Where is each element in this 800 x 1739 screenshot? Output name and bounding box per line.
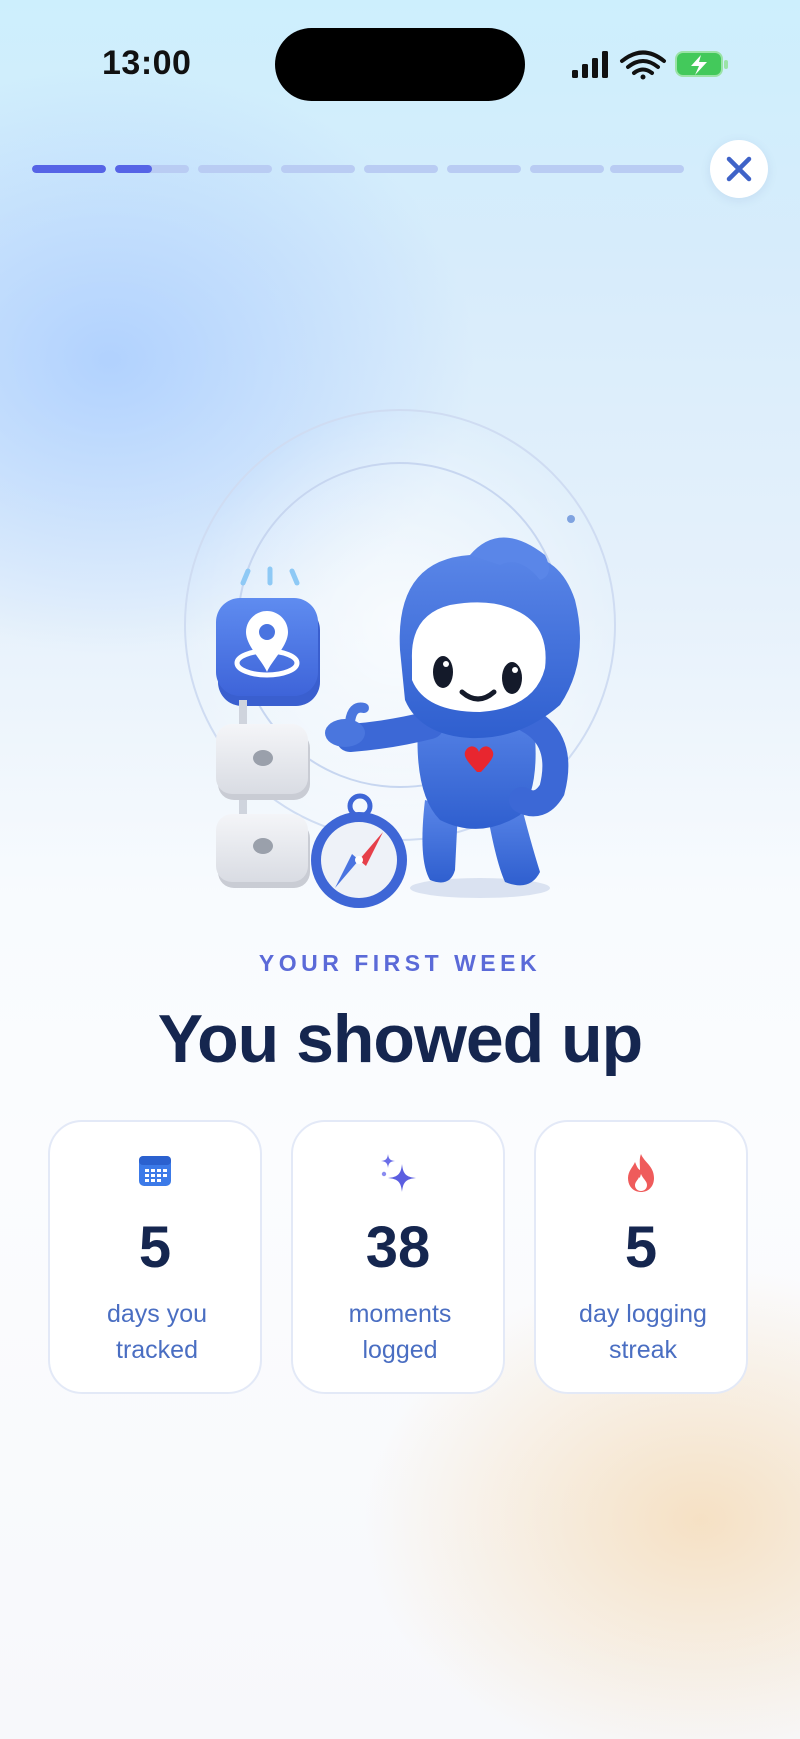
hero-illustration	[184, 409, 616, 908]
stat-label: day logging streak	[556, 1296, 730, 1368]
close-button[interactable]	[710, 140, 768, 198]
stat-card-days-tracked: 5 days you tracked	[48, 1120, 262, 1394]
progress-step	[447, 165, 521, 173]
status-bar: 13:00	[0, 0, 800, 120]
battery-charging-icon	[675, 51, 728, 77]
stat-label-line: days you	[106, 1300, 208, 1328]
stat-value: 5	[624, 1215, 658, 1280]
cellular-signal-icon	[572, 51, 608, 78]
stat-label-line: tracked	[116, 1336, 198, 1364]
stat-label: moments logged	[313, 1296, 487, 1368]
stat-card-logging-streak: 5 day logging streak	[534, 1120, 748, 1394]
progress-step	[610, 165, 684, 173]
close-icon	[726, 156, 752, 182]
progress-step	[530, 165, 604, 173]
stat-label-line: moments	[348, 1300, 452, 1328]
section-eyebrow: YOUR FIRST WEEK	[258, 950, 542, 976]
stat-card-moments-logged: 38 moments logged	[291, 1120, 505, 1394]
dynamic-island	[275, 28, 525, 101]
progress-step-current	[115, 165, 189, 173]
progress-step	[364, 165, 438, 173]
calendar-icon	[139, 1156, 171, 1186]
stat-label-line: day logging	[579, 1300, 707, 1328]
progress-step	[198, 165, 272, 173]
stat-value: 38	[365, 1215, 431, 1280]
wifi-icon	[620, 50, 666, 80]
flame-icon	[628, 1154, 654, 1192]
status-icons	[572, 50, 728, 80]
progress-step	[32, 165, 106, 173]
progress-step	[281, 165, 355, 173]
stat-label-line: logged	[362, 1336, 438, 1364]
step-tiles	[216, 700, 310, 888]
page-title: You showed up	[157, 1001, 643, 1077]
stat-label: days you tracked	[70, 1296, 244, 1368]
status-time: 13:00	[102, 44, 192, 82]
sparkles-icon	[381, 1154, 416, 1192]
stat-value: 5	[138, 1215, 172, 1280]
stat-label-line: streak	[608, 1336, 678, 1364]
onboarding-progress	[32, 165, 684, 173]
